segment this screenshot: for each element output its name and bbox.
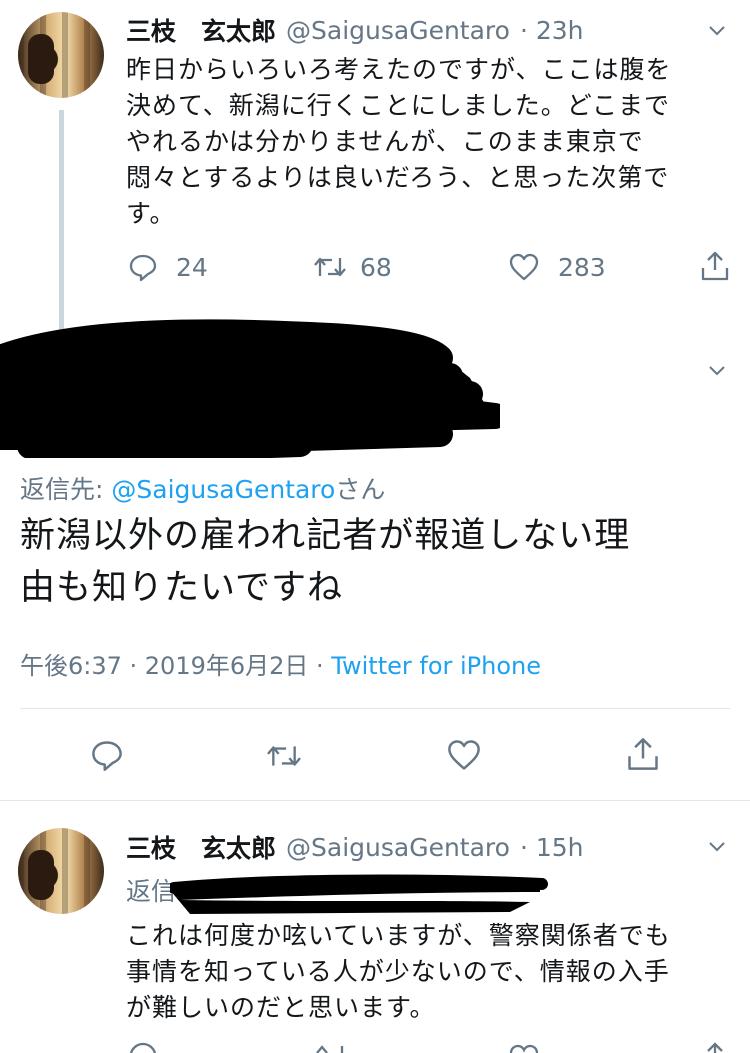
redaction-scribble [0,319,500,458]
reply-icon [92,741,122,771]
avatar[interactable] [18,12,104,98]
retweet-button[interactable] [264,740,304,772]
source-link[interactable]: Twitter for iPhone [331,652,541,680]
tweet-timestamp: 午後6:37 · 2019年6月2日 · Twitter for iPhone [20,652,542,680]
reply-button[interactable] [90,738,124,772]
retweet-icon[interactable] [314,1044,350,1053]
share-icon[interactable] [700,1042,730,1053]
divider [0,800,750,801]
avatar[interactable] [18,828,104,914]
retweet-icon [314,257,346,277]
like-button[interactable] [446,738,482,772]
tweet-text: これは何度か呟いていますが、警察関係者でも 事情を知っている人が少ないので、情報… [126,921,671,1022]
chevron-down-icon[interactable] [708,362,726,380]
reply-icon[interactable] [128,1042,158,1053]
chevron-down-icon[interactable] [708,22,726,40]
heart-icon[interactable] [508,1043,540,1053]
share-button[interactable] [700,250,730,282]
author-handle[interactable]: @SaigusaGentaro [286,16,510,45]
share-icon [628,738,658,770]
reply-to-line: 返信先: @SaigusaGentaroさん [20,475,386,504]
chevron-down-icon[interactable] [708,838,726,856]
retweet-icon [267,746,301,766]
retweet-count: 68 [360,252,392,282]
tweet-text: 昨日からいろいろ考えたのですが、ここは腹を 決めて、新潟に行くことにしました。ど… [126,55,672,228]
reply-count: 24 [176,252,208,282]
tweet-time[interactable]: · 15h [520,833,584,862]
author-handle[interactable]: @SaigusaGentaro [286,833,510,862]
author-name[interactable]: 三枝 玄太郎 [126,12,276,48]
divider [20,708,730,709]
like-count: 283 [558,252,606,282]
like-button[interactable]: 283 [508,252,606,282]
heart-icon [509,253,539,281]
reply-to-line: 返信 [126,877,177,906]
share-icon [701,251,729,281]
reply-icon [129,254,157,282]
reply-to-handle[interactable]: @SaigusaGentaro [111,475,335,504]
share-button[interactable] [626,736,660,772]
thread-line [59,110,64,342]
author-name[interactable]: 三枝 玄太郎 [126,829,276,865]
tweet-text: 新潟以外の雇われ記者が報道しない理 由も知りたいですね [20,516,631,608]
retweet-button[interactable]: 68 [312,252,392,282]
redaction-scribble [170,874,548,914]
tweet-time[interactable]: · 23h [520,16,584,45]
reply-button[interactable]: 24 [128,252,208,282]
heart-icon [448,740,480,770]
